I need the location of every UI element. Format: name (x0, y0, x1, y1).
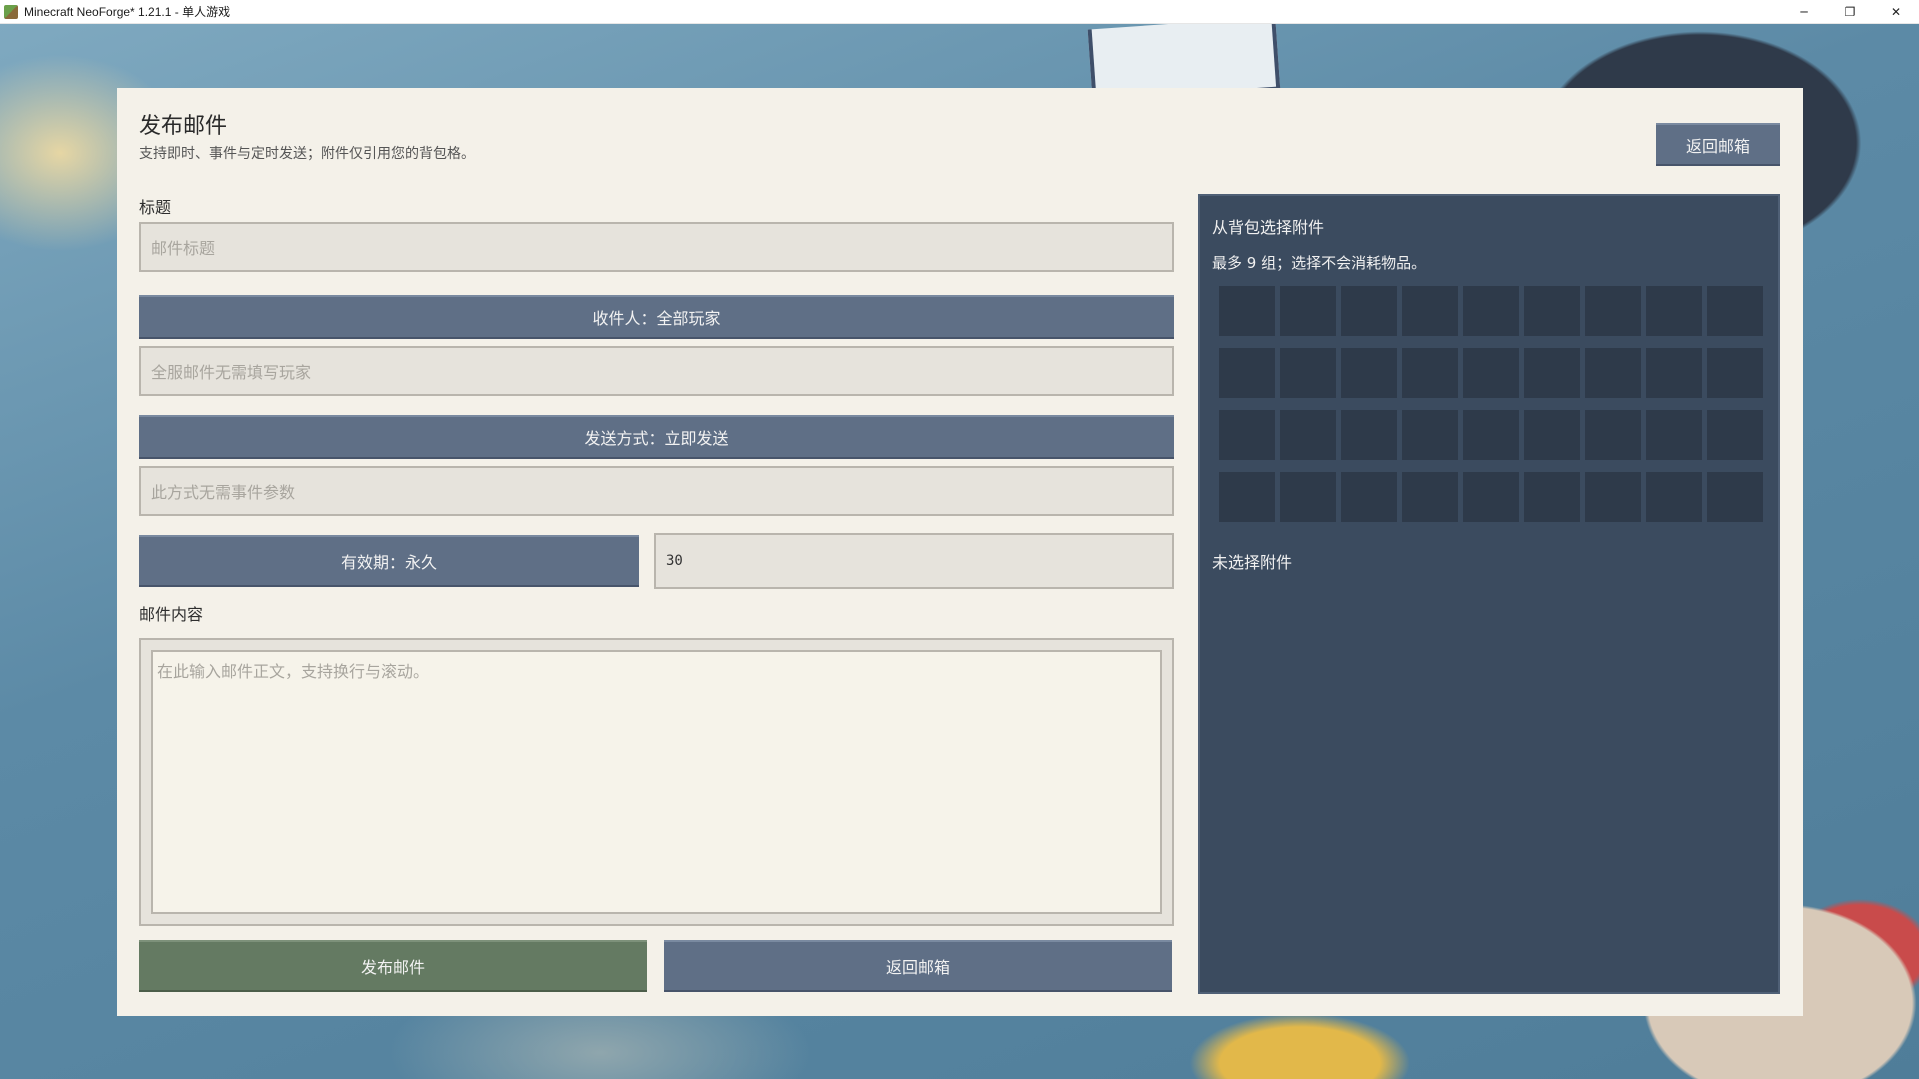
no-attachment-text: 未选择附件 (1212, 553, 1293, 572)
inventory-slot[interactable] (1707, 286, 1763, 336)
attachment-panel: 从背包选择附件 最多 9 组；选择不会消耗物品。 未选择附件 (1198, 194, 1780, 994)
page-title: 发布邮件 (139, 114, 228, 139)
inventory-slot[interactable] (1524, 348, 1580, 398)
inventory-slot[interactable] (1219, 348, 1275, 398)
inventory-slot[interactable] (1341, 472, 1397, 522)
content-textarea[interactable]: 在此输入邮件正文，支持换行与滚动。 (151, 650, 1162, 914)
inventory-slot[interactable] (1646, 348, 1702, 398)
back-to-mailbox-top-button[interactable]: 返回邮箱 (1656, 123, 1780, 166)
inventory-slot[interactable] (1646, 410, 1702, 460)
inventory-slot[interactable] (1463, 472, 1519, 522)
inventory-slot[interactable] (1280, 472, 1336, 522)
return-mailbox-button[interactable]: 返回邮箱 (664, 940, 1172, 992)
inventory-slot[interactable] (1341, 286, 1397, 336)
inventory-slot[interactable] (1646, 472, 1702, 522)
inventory-slot[interactable] (1219, 410, 1275, 460)
inventory-slot[interactable] (1585, 348, 1641, 398)
inventory-slot[interactable] (1707, 472, 1763, 522)
minimize-button[interactable]: ─ (1781, 0, 1827, 23)
attachment-description: 最多 9 组；选择不会消耗物品。 (1212, 254, 1427, 272)
page-subtitle: 支持即时、事件与定时发送；附件仅引用您的背包格。 (139, 146, 475, 162)
inventory-slot[interactable] (1219, 472, 1275, 522)
expiry-days-input[interactable]: 30 (654, 533, 1174, 589)
window-controls: ─ ❐ ✕ (1781, 0, 1919, 23)
inventory-slot[interactable] (1707, 348, 1763, 398)
event-param-input[interactable]: 此方式无需事件参数 (139, 466, 1174, 516)
inventory-slot[interactable] (1463, 410, 1519, 460)
inventory-slot[interactable] (1402, 348, 1458, 398)
inventory-slot[interactable] (1280, 410, 1336, 460)
recipient-button[interactable]: 收件人：全部玩家 (139, 295, 1174, 339)
close-button[interactable]: ✕ (1873, 0, 1919, 23)
title-label: 标题 (139, 198, 172, 217)
minecraft-app-icon (4, 4, 18, 19)
expiry-button[interactable]: 有效期：永久 (139, 535, 639, 587)
inventory-slot[interactable] (1402, 286, 1458, 336)
inventory-slot[interactable] (1524, 410, 1580, 460)
inventory-slot[interactable] (1402, 472, 1458, 522)
publish-mail-button[interactable]: 发布邮件 (139, 940, 647, 992)
inventory-slot[interactable] (1463, 286, 1519, 336)
send-mode-button[interactable]: 发送方式：立即发送 (139, 415, 1174, 459)
inventory-slot-grid (1219, 286, 1763, 522)
content-label: 邮件内容 (139, 605, 204, 624)
restore-button[interactable]: ❐ (1827, 0, 1873, 23)
inventory-slot[interactable] (1707, 410, 1763, 460)
inventory-slot[interactable] (1219, 286, 1275, 336)
inventory-slot[interactable] (1463, 348, 1519, 398)
compose-mail-panel: 发布邮件 支持即时、事件与定时发送；附件仅引用您的背包格。 返回邮箱 标题 邮件… (117, 88, 1803, 1016)
inventory-slot[interactable] (1280, 348, 1336, 398)
inventory-slot[interactable] (1341, 410, 1397, 460)
inventory-slot[interactable] (1585, 472, 1641, 522)
inventory-slot[interactable] (1341, 348, 1397, 398)
inventory-slot[interactable] (1402, 410, 1458, 460)
window-title: Minecraft NeoForge* 1.21.1 - 单人游戏 (24, 5, 231, 19)
attachment-title: 从背包选择附件 (1212, 218, 1325, 237)
title-input[interactable]: 邮件标题 (139, 222, 1174, 272)
window-titlebar: Minecraft NeoForge* 1.21.1 - 单人游戏 ─ ❐ ✕ (0, 0, 1919, 24)
inventory-slot[interactable] (1280, 286, 1336, 336)
inventory-slot[interactable] (1524, 286, 1580, 336)
inventory-slot[interactable] (1585, 286, 1641, 336)
recipient-input[interactable]: 全服邮件无需填写玩家 (139, 346, 1174, 396)
inventory-slot[interactable] (1646, 286, 1702, 336)
content-textarea-frame: 在此输入邮件正文，支持换行与滚动。 (139, 638, 1174, 926)
inventory-slot[interactable] (1524, 472, 1580, 522)
inventory-slot[interactable] (1585, 410, 1641, 460)
